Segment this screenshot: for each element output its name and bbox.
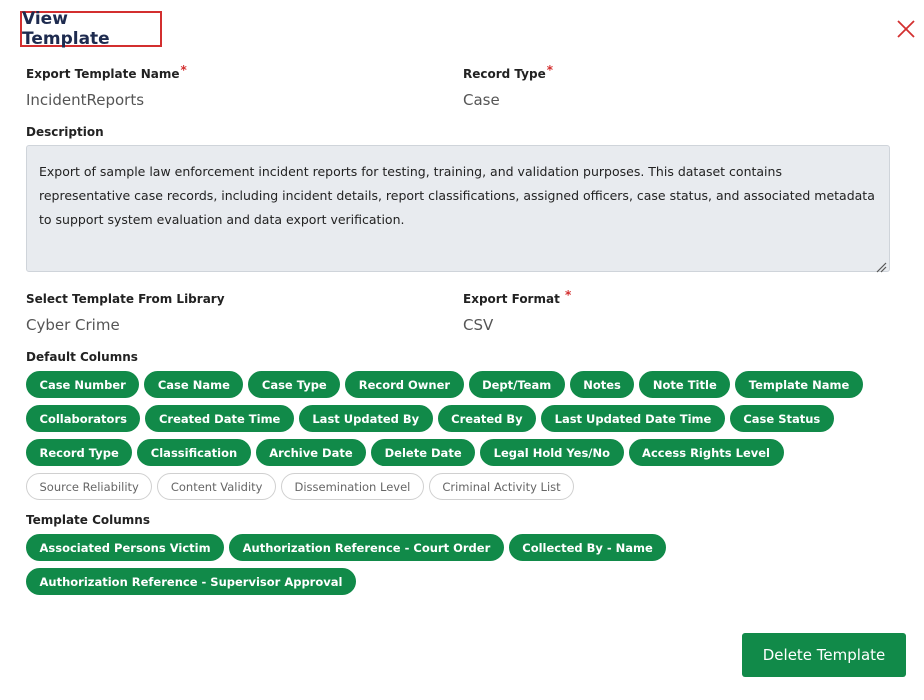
export-format-label: Export Format * [463,288,571,306]
record-type-label-text: Record Type [463,67,546,81]
export-template-name-value: IncidentReports [26,91,145,109]
export-format-value: CSV [463,316,494,334]
column-chip[interactable]: Note Title [639,371,731,398]
column-chip[interactable]: Collected By - Name [508,534,667,561]
column-chip[interactable]: Case Name [144,371,244,398]
record-type-label: Record Type* [463,63,553,81]
page-title-box: View Template [20,9,162,49]
column-chip[interactable]: Access Rights Level [628,439,784,466]
required-marker: * [546,63,554,77]
column-chip[interactable]: Record Owner [345,371,464,398]
delete-template-button[interactable]: Delete Template [742,633,906,677]
default-columns-chip-list: Case Number Case Name Case Type Record Owne… [26,371,896,500]
column-chip[interactable]: Case Number [26,371,140,398]
column-chip[interactable]: Associated Persons Victim [26,534,225,561]
column-chip[interactable]: Created Date Time [145,405,294,432]
column-chip[interactable]: Authorization Reference - Court Order [229,534,504,561]
close-icon[interactable] [895,18,917,40]
column-chip[interactable]: Template Name [735,371,863,398]
page-title: View Template [22,9,110,49]
required-marker: * [565,288,572,302]
column-chip[interactable]: Classification [137,439,251,466]
column-chip[interactable]: Delete Date [371,439,476,466]
column-chip[interactable]: Archive Date [255,439,367,466]
export-format-label-text: Export Format [463,292,560,306]
column-chip[interactable]: Case Type [248,371,341,398]
template-columns-chip-list: Associated Persons Victim Authorization R… [26,534,896,595]
template-columns-label: Template Columns [26,513,150,527]
template-library-value: Cyber Crime [26,316,120,334]
column-chip[interactable]: Authorization Reference - Supervisor App… [26,568,356,595]
column-chip[interactable]: Case Status [729,405,834,432]
record-type-value: Case [463,91,500,109]
description-label: Description [26,125,104,139]
resize-handle-icon[interactable] [875,257,887,273]
column-chip[interactable]: Collaborators [26,405,141,432]
column-chip[interactable]: Dept/Team [468,371,565,398]
column-chip[interactable]: Content Validity [157,473,276,500]
column-chip[interactable]: Criminal Activity List [428,473,575,500]
description-text: Export of sample law enforcement inciden… [39,164,875,227]
required-marker: * [180,63,187,77]
column-chip[interactable]: Dissemination Level [280,473,424,500]
column-chip[interactable]: Record Type [26,439,133,466]
template-library-label: Select Template From Library [26,292,225,306]
column-chip[interactable]: Last Updated Date Time [541,405,725,432]
column-chip[interactable]: Source Reliability [26,473,153,500]
default-columns-label: Default Columns [26,350,138,364]
column-chip[interactable]: Legal Hold Yes/No [480,439,624,466]
column-chip[interactable]: Last Updated By [298,405,433,432]
export-template-name-label: Export Template Name* [26,63,187,81]
column-chip[interactable]: Created By [437,405,537,432]
export-template-name-label-text: Export Template Name [26,67,180,81]
description-textarea[interactable]: Export of sample law enforcement inciden… [26,145,890,273]
column-chip[interactable]: Notes [569,371,635,398]
